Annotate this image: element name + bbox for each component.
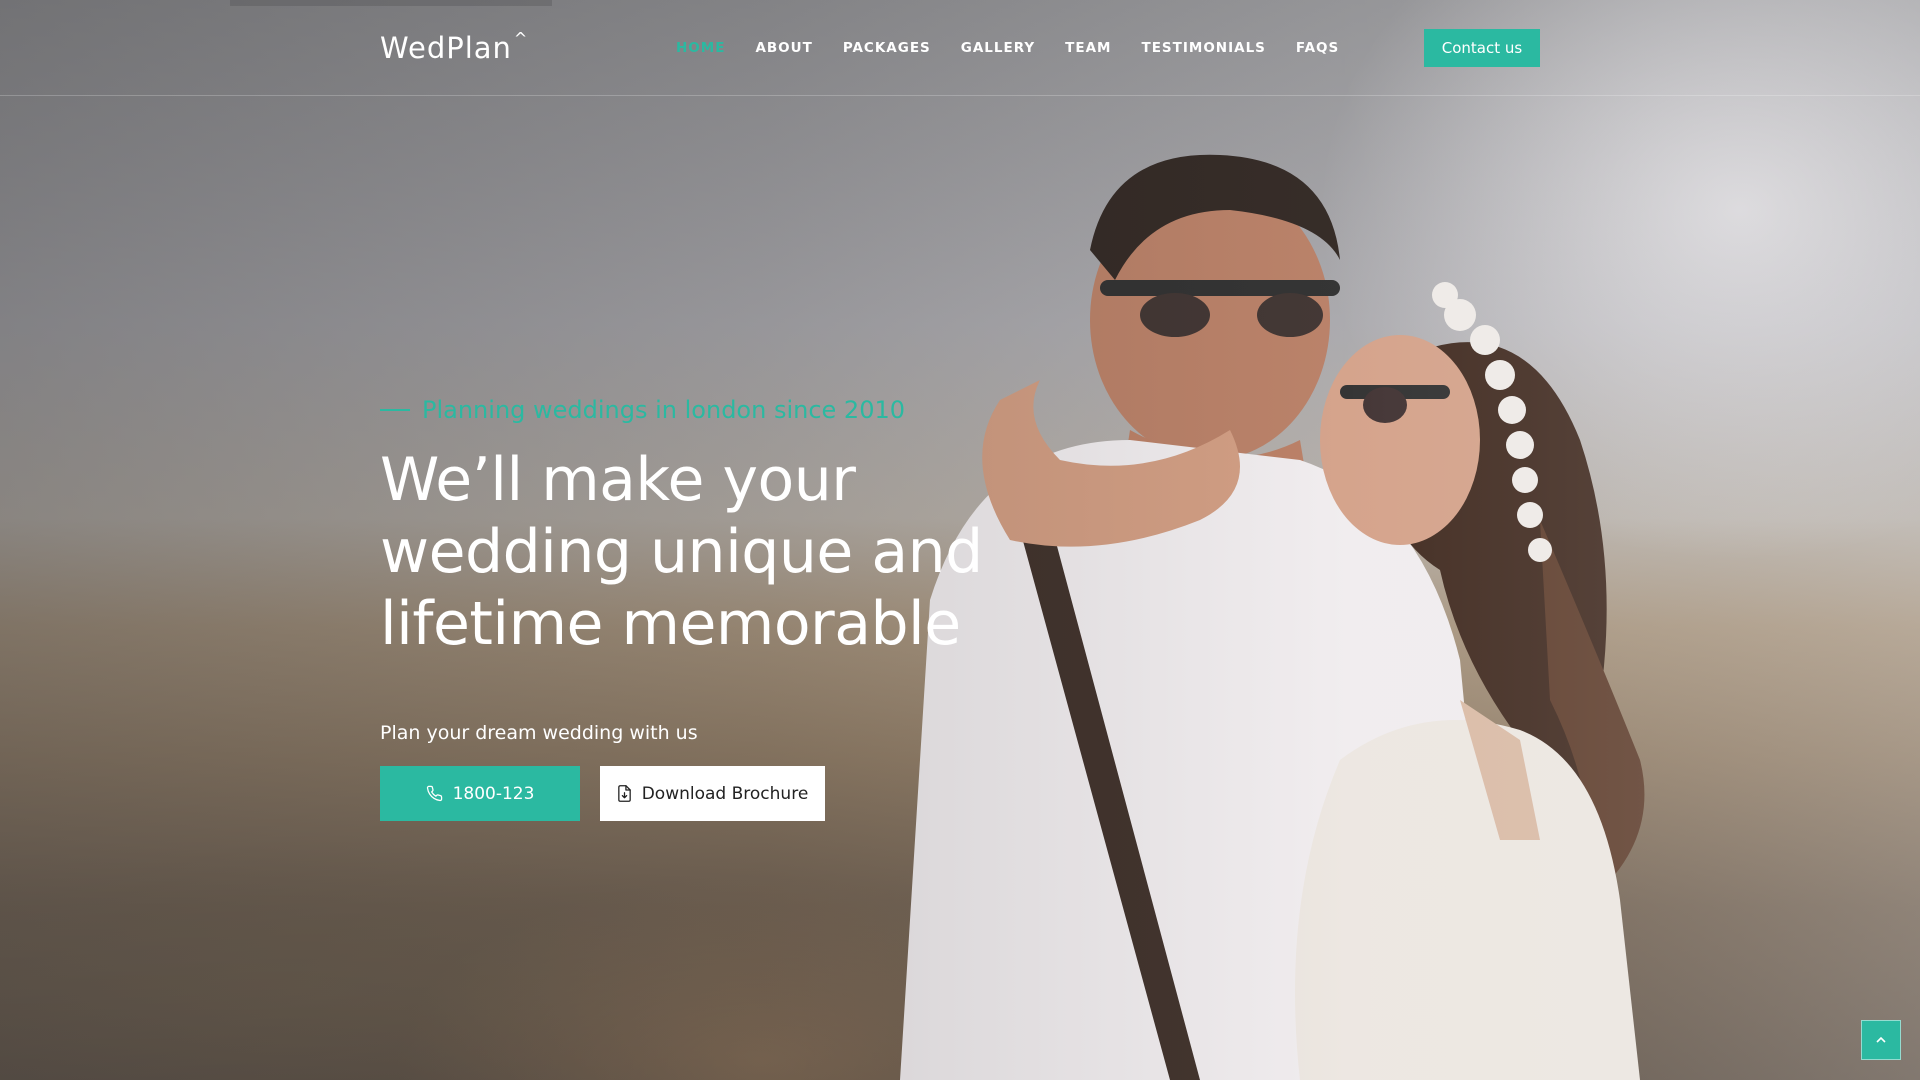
nav-packages[interactable]: PACKAGES xyxy=(843,40,931,56)
site-header: WedPlan ^ HOME ABOUT PACKAGES GALLERY TEA… xyxy=(0,0,1920,96)
couple-photo xyxy=(900,154,1645,1080)
scroll-to-top-button[interactable] xyxy=(1861,1020,1901,1060)
call-phone-button[interactable]: 1800-123 xyxy=(380,766,580,821)
nav-about[interactable]: ABOUT xyxy=(755,40,812,56)
hero-tagline: Planning weddings in london since 2010 xyxy=(380,396,905,424)
chevron-up-icon xyxy=(1876,1036,1886,1043)
tagline-dash xyxy=(380,409,410,411)
download-brochure-button[interactable]: Download Brochure xyxy=(600,766,825,821)
logo-mark: ^ xyxy=(513,29,529,48)
header-loader-bar xyxy=(230,0,552,6)
phone-icon xyxy=(426,785,442,802)
phone-label: 1800-123 xyxy=(452,783,535,804)
sky-glow xyxy=(1020,0,1920,700)
nav-testimonials[interactable]: TESTIMONIALS xyxy=(1142,40,1266,56)
brochure-label: Download Brochure xyxy=(641,783,809,804)
nav-team[interactable]: TEAM xyxy=(1065,40,1111,56)
logo[interactable]: WedPlan ^ xyxy=(380,29,528,65)
headline-line-2: wedding unique and xyxy=(380,517,983,587)
nav-home[interactable]: HOME xyxy=(676,40,725,56)
nav-faqs[interactable]: FAQS xyxy=(1296,40,1339,56)
nav-gallery[interactable]: GALLERY xyxy=(961,40,1035,56)
hero-headline: We’ll make your wedding unique and lifet… xyxy=(380,444,983,660)
contact-us-button[interactable]: Contact us xyxy=(1424,29,1540,67)
hero-subtext: Plan your dream wedding with us xyxy=(380,722,698,744)
tagline-text: Planning weddings in london since 2010 xyxy=(422,396,905,424)
logo-text: WedPlan xyxy=(380,31,512,65)
main-nav: HOME ABOUT PACKAGES GALLERY TEAM TESTIMO… xyxy=(676,40,1339,56)
file-download-icon xyxy=(617,785,631,802)
headline-line-3: lifetime memorable xyxy=(380,589,961,659)
headline-line-1: We’ll make your xyxy=(380,445,856,515)
